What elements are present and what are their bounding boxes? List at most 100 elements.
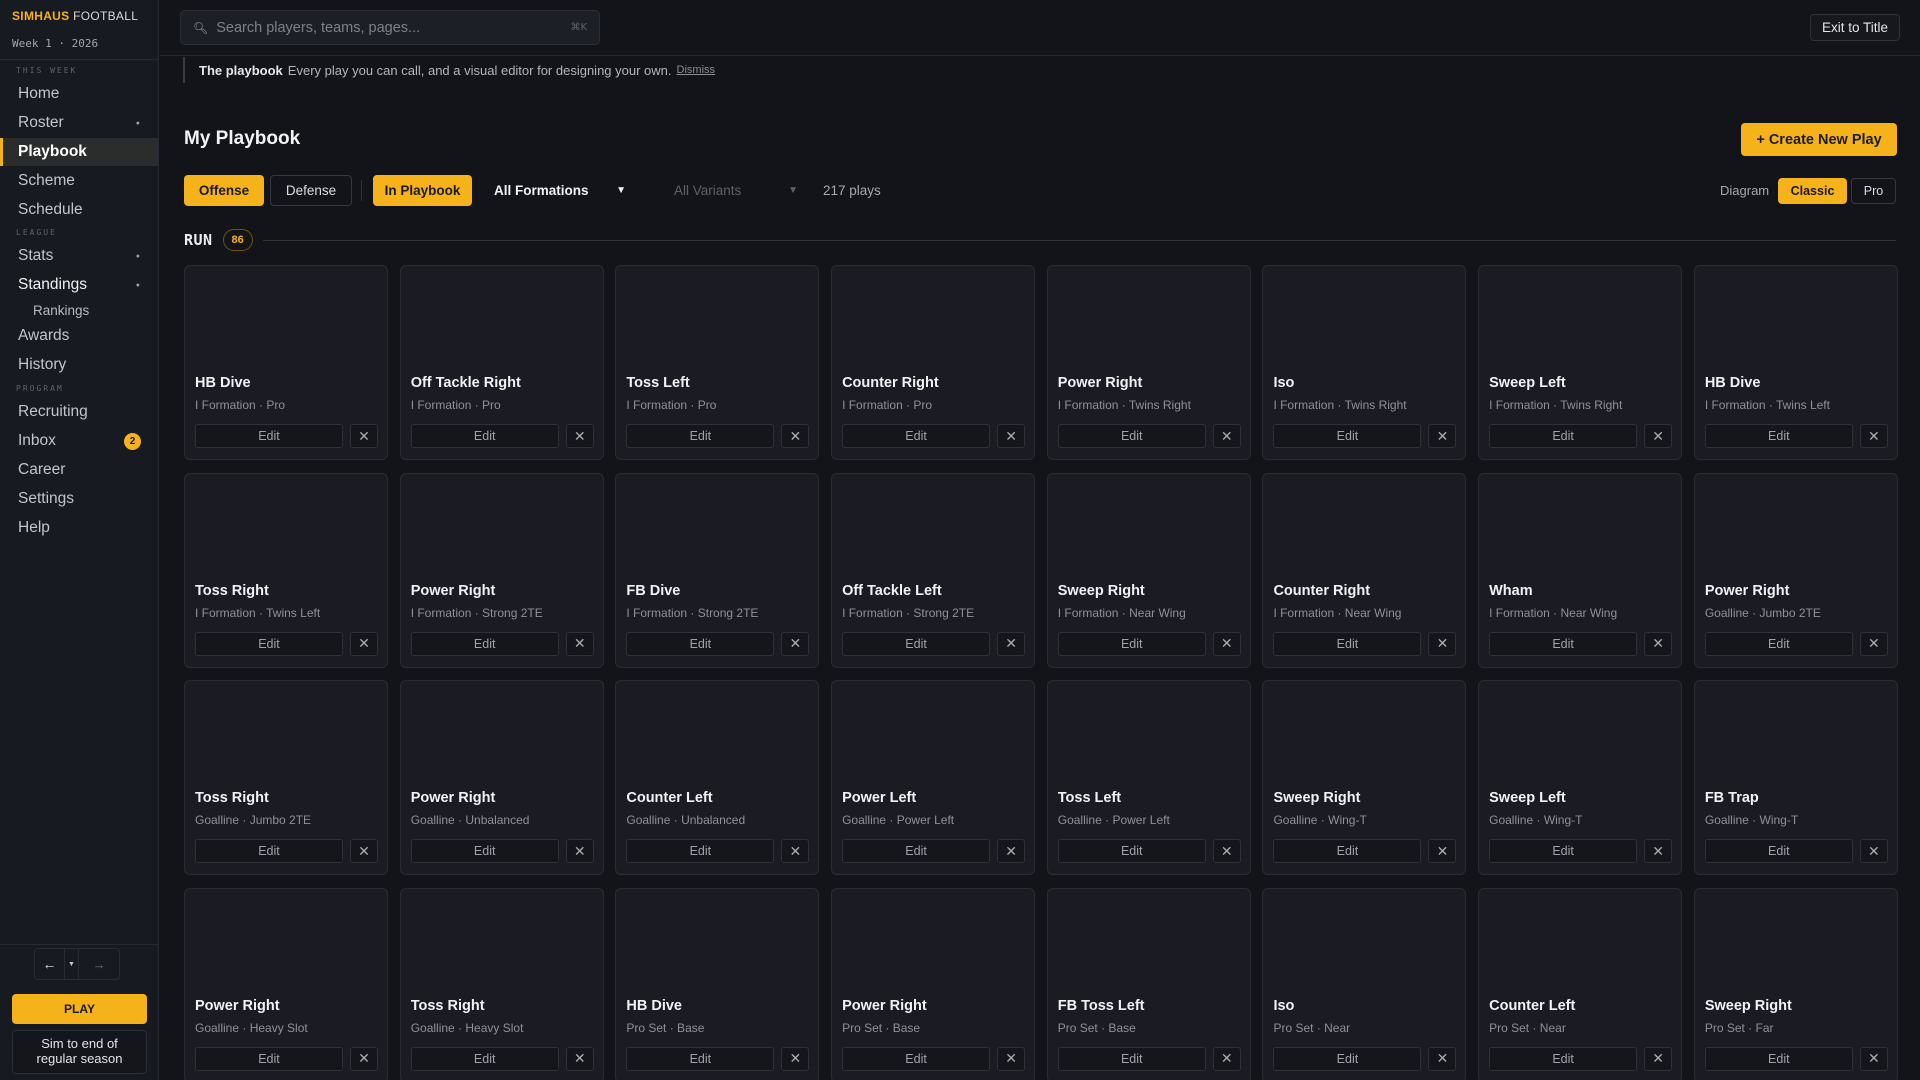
edit-play-button[interactable]: Edit: [410, 839, 559, 863]
edit-play-button[interactable]: Edit: [1704, 839, 1853, 863]
remove-play-button[interactable]: ✕: [565, 1046, 594, 1071]
sidebar-item-playbook[interactable]: Playbook: [0, 138, 158, 166]
play-card[interactable]: HB Dive Pro Set · Base Edit ✕: [615, 887, 820, 1080]
edit-play-button[interactable]: Edit: [842, 424, 991, 448]
edit-play-button[interactable]: Edit: [410, 631, 559, 656]
sidebar-item-roster[interactable]: Roster ●: [0, 109, 158, 137]
edit-play-button[interactable]: Edit: [1704, 1046, 1853, 1071]
exit-to-title-button[interactable]: Exit to Title: [1809, 14, 1900, 41]
defense-toggle[interactable]: Defense: [270, 175, 352, 206]
play-card[interactable]: Toss Left I Formation · Pro Edit ✕: [615, 265, 820, 460]
diagram-pro-toggle[interactable]: Pro: [1851, 178, 1896, 204]
sidebar-item-settings[interactable]: Settings: [0, 485, 158, 513]
play-card[interactable]: Off Tackle Left I Formation · Strong 2TE E…: [831, 472, 1036, 668]
edit-play-button[interactable]: Edit: [1273, 1046, 1422, 1071]
edit-play-button[interactable]: Edit: [626, 631, 775, 656]
play-card[interactable]: Counter Left Goalline · Unbalanced Edit ✕: [615, 680, 820, 875]
edit-play-button[interactable]: Edit: [1489, 1046, 1638, 1071]
variant-select[interactable]: All Variants ▼: [664, 175, 808, 206]
play-card[interactable]: Power Right Pro Set · Base Edit ✕: [831, 887, 1036, 1080]
remove-play-button[interactable]: ✕: [350, 424, 378, 448]
search-bar[interactable]: 🔍︎ ⌘K: [180, 10, 600, 45]
edit-play-button[interactable]: Edit: [626, 1046, 775, 1071]
edit-play-button[interactable]: Edit: [195, 839, 343, 863]
offense-toggle[interactable]: Offense: [184, 175, 264, 206]
sidebar-item-standings[interactable]: Standings ●: [0, 271, 158, 299]
forward-arrow-icon[interactable]: →: [79, 949, 119, 979]
play-card[interactable]: Power Right I Formation · Twins Right Edit…: [1046, 265, 1251, 460]
edit-play-button[interactable]: Edit: [842, 839, 991, 863]
dismiss-link[interactable]: Dismiss: [677, 64, 716, 76]
remove-play-button[interactable]: ✕: [1859, 424, 1888, 448]
play-card[interactable]: HB Dive I Formation · Twins Left Edit ✕: [1693, 265, 1898, 460]
edit-play-button[interactable]: Edit: [410, 424, 559, 448]
remove-play-button[interactable]: ✕: [1644, 1046, 1673, 1071]
in-playbook-toggle[interactable]: In Playbook: [373, 175, 472, 206]
remove-play-button[interactable]: ✕: [1859, 839, 1888, 863]
remove-play-button[interactable]: ✕: [1428, 424, 1457, 448]
play-card[interactable]: Off Tackle Right I Formation · Pro Edit ✕: [399, 265, 604, 460]
edit-play-button[interactable]: Edit: [195, 1046, 343, 1071]
edit-play-button[interactable]: Edit: [1489, 424, 1638, 448]
edit-play-button[interactable]: Edit: [1273, 424, 1422, 448]
sidebar-item-awards[interactable]: Awards: [0, 322, 158, 350]
remove-play-button[interactable]: ✕: [997, 631, 1026, 656]
sidebar-item-scheme[interactable]: Scheme: [0, 167, 158, 195]
play-card[interactable]: Power Left Goalline · Power Left Edit ✕: [831, 680, 1036, 875]
remove-play-button[interactable]: ✕: [350, 631, 378, 656]
sidebar-item-schedule[interactable]: Schedule: [0, 196, 158, 224]
edit-play-button[interactable]: Edit: [1704, 424, 1853, 448]
formation-select[interactable]: All Formations ▼: [484, 175, 636, 206]
play-card[interactable]: Counter Right I Formation · Near Wing Edit…: [1262, 472, 1467, 668]
edit-play-button[interactable]: Edit: [1057, 424, 1206, 448]
play-card[interactable]: FB Toss Left Pro Set · Base Edit ✕: [1046, 887, 1251, 1080]
remove-play-button[interactable]: ✕: [1212, 424, 1241, 448]
remove-play-button[interactable]: ✕: [997, 1046, 1026, 1071]
remove-play-button[interactable]: ✕: [1212, 631, 1241, 656]
search-input[interactable]: [216, 19, 571, 36]
sidebar-subitem-rankings[interactable]: Rankings: [33, 303, 89, 318]
play-card[interactable]: Iso Pro Set · Near Edit ✕: [1262, 887, 1467, 1080]
sim-to-end-button[interactable]: Sim to end of regular season: [12, 1030, 147, 1074]
play-card[interactable]: HB Dive I Formation · Pro Edit ✕: [184, 265, 388, 460]
remove-play-button[interactable]: ✕: [781, 631, 810, 656]
edit-play-button[interactable]: Edit: [842, 631, 991, 656]
play-card[interactable]: Sweep Left I Formation · Twins Right Edit ✕: [1478, 265, 1683, 460]
play-card[interactable]: Power Right Goalline · Jumbo 2TE Edit ✕: [1693, 472, 1898, 668]
remove-play-button[interactable]: ✕: [781, 424, 810, 448]
remove-play-button[interactable]: ✕: [997, 424, 1026, 448]
edit-play-button[interactable]: Edit: [1057, 839, 1206, 863]
play-card[interactable]: FB Dive I Formation · Strong 2TE Edit ✕: [615, 472, 820, 668]
edit-play-button[interactable]: Edit: [1489, 631, 1638, 656]
remove-play-button[interactable]: ✕: [1644, 424, 1673, 448]
remove-play-button[interactable]: ✕: [1428, 839, 1457, 863]
edit-play-button[interactable]: Edit: [626, 839, 775, 863]
edit-play-button[interactable]: Edit: [842, 1046, 991, 1071]
remove-play-button[interactable]: ✕: [350, 1046, 378, 1071]
remove-play-button[interactable]: ✕: [1428, 1046, 1457, 1071]
play-card[interactable]: Power Right I Formation · Strong 2TE Edit ✕: [399, 472, 604, 668]
edit-play-button[interactable]: Edit: [1057, 631, 1206, 656]
edit-play-button[interactable]: Edit: [195, 424, 343, 448]
play-card[interactable]: Toss Right Goalline · Heavy Slot Edit ✕: [399, 887, 604, 1080]
edit-play-button[interactable]: Edit: [1704, 631, 1853, 656]
edit-play-button[interactable]: Edit: [626, 424, 775, 448]
play-card[interactable]: Sweep Right I Formation · Near Wing Edit ✕: [1046, 472, 1251, 668]
sidebar-item-career[interactable]: Career: [0, 456, 158, 484]
edit-play-button[interactable]: Edit: [1057, 1046, 1206, 1071]
remove-play-button[interactable]: ✕: [1859, 1046, 1888, 1071]
edit-play-button[interactable]: Edit: [195, 631, 343, 656]
remove-play-button[interactable]: ✕: [350, 839, 378, 863]
play-button[interactable]: PLAY: [12, 994, 147, 1024]
remove-play-button[interactable]: ✕: [565, 424, 594, 448]
play-card[interactable]: FB Trap Goalline · Wing-T Edit ✕: [1693, 680, 1898, 875]
play-card[interactable]: Toss Left Goalline · Power Left Edit ✕: [1046, 680, 1251, 875]
brand-logo[interactable]: SIMHAUS FOOTBALL: [12, 9, 138, 23]
remove-play-button[interactable]: ✕: [565, 631, 594, 656]
sidebar-item-history[interactable]: History: [0, 351, 158, 379]
play-card[interactable]: Counter Right I Formation · Pro Edit ✕: [831, 265, 1036, 460]
history-dropdown-icon[interactable]: ▼: [65, 949, 79, 979]
edit-play-button[interactable]: Edit: [1273, 839, 1422, 863]
play-card[interactable]: Wham I Formation · Near Wing Edit ✕: [1478, 472, 1683, 668]
sidebar-item-stats[interactable]: Stats ●: [0, 242, 158, 270]
